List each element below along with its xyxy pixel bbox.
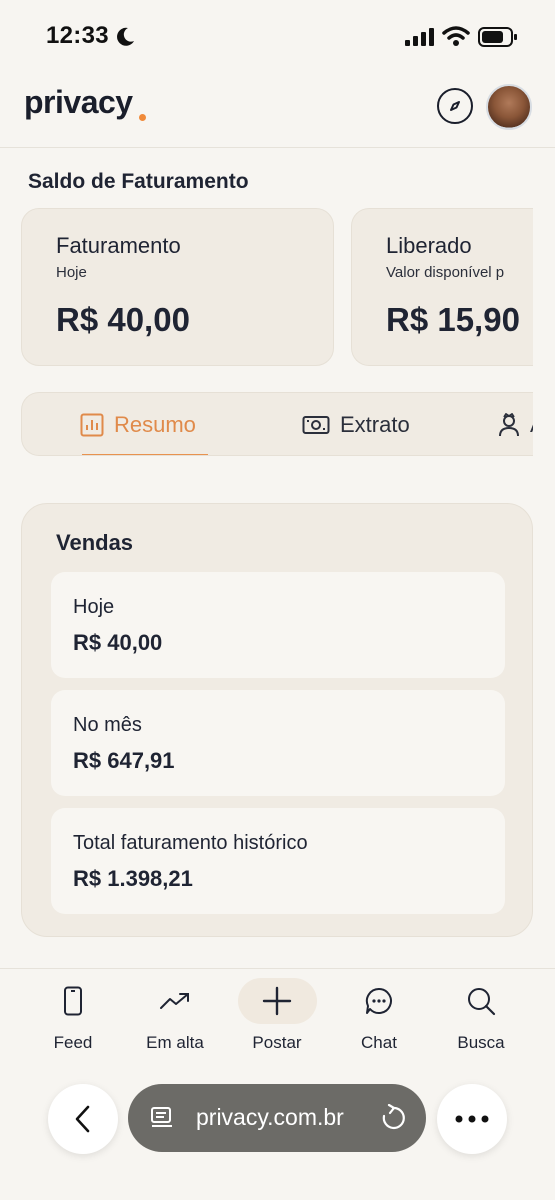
- card-sub: Hoje: [56, 264, 87, 281]
- card-label: Faturamento: [56, 233, 181, 258]
- tab-bar: Resumo Extrato A: [21, 392, 533, 456]
- tab-resumo[interactable]: Resumo: [80, 393, 196, 455]
- sales-item-historico: Total faturamento histórico R$ 1.398,21: [51, 808, 505, 914]
- money-icon: [302, 416, 330, 434]
- sales-value: R$ 647,91: [73, 748, 175, 773]
- sales-label: Hoje: [73, 596, 115, 618]
- person-icon: [499, 413, 519, 437]
- reader-icon: [151, 1107, 172, 1127]
- moon-icon: [117, 27, 134, 46]
- nav-label: Busca: [457, 1033, 505, 1052]
- tab-label: Extrato: [340, 412, 410, 437]
- sales-item-mes: No mês R$ 647,91: [51, 690, 505, 796]
- sales-item-hoje: Hoje R$ 40,00: [51, 572, 505, 678]
- nav-chat[interactable]: Chat: [334, 981, 424, 1053]
- nav-label: Chat: [361, 1033, 397, 1052]
- sales-value: R$ 40,00: [73, 630, 163, 655]
- nav-feed[interactable]: Feed: [28, 981, 118, 1053]
- browser-bar: privacy.com.br: [0, 1070, 555, 1200]
- nav-postar[interactable]: Postar: [232, 981, 322, 1053]
- url-bar[interactable]: privacy.com.br: [128, 1084, 426, 1152]
- section-title: Saldo de Faturamento: [28, 170, 249, 193]
- nav-label: Feed: [53, 1033, 93, 1052]
- back-button[interactable]: [48, 1084, 118, 1154]
- logo[interactable]: privacy: [24, 84, 133, 121]
- sales-panel: Vendas Hoje R$ 40,00 No mês R$ 647,91 To…: [21, 503, 533, 937]
- tab-extrato[interactable]: Extrato: [302, 393, 410, 455]
- chat-icon: [365, 987, 392, 1014]
- avatar[interactable]: [486, 84, 532, 130]
- trending-icon: [160, 993, 189, 1009]
- plus-icon: [262, 986, 292, 1016]
- signal-icon: [405, 28, 434, 46]
- status-time: 12:33: [46, 22, 109, 49]
- tab-label: Resumo: [114, 412, 196, 437]
- battery-icon: [478, 27, 517, 47]
- compass-icon[interactable]: [437, 88, 473, 124]
- sales-label: Total faturamento histórico: [73, 832, 308, 854]
- url-text: privacy.com.br: [196, 1104, 344, 1130]
- nav-busca[interactable]: Busca: [436, 981, 526, 1053]
- sales-value: R$ 1.398,21: [73, 866, 193, 891]
- tab-label: A: [530, 412, 533, 438]
- more-button[interactable]: [437, 1084, 507, 1154]
- logo-dot: [139, 114, 146, 121]
- card-value: R$ 15,90: [386, 301, 520, 338]
- chart-icon: [80, 413, 104, 437]
- balance-card-liberado[interactable]: Liberado Valor disponível p R$ 15,90: [351, 208, 533, 366]
- chevron-left-icon: [75, 1105, 90, 1133]
- reload-icon[interactable]: [380, 1104, 406, 1132]
- phone-icon: [64, 986, 82, 1016]
- card-label: Liberado: [386, 233, 472, 258]
- app-header: privacy: [0, 70, 555, 148]
- active-tab-indicator: [82, 454, 208, 455]
- more-icon: [455, 1115, 489, 1123]
- sales-label: No mês: [73, 714, 142, 736]
- wifi-icon: [442, 26, 470, 46]
- nav-label: Em alta: [146, 1033, 204, 1052]
- bottom-nav: Feed Em alta Postar Chat Busca: [0, 968, 555, 1068]
- status-bar: 12:33: [0, 0, 555, 70]
- nav-label: Postar: [252, 1033, 302, 1052]
- search-icon: [468, 988, 496, 1016]
- tab-third[interactable]: A: [498, 393, 533, 455]
- card-sub: Valor disponível p: [386, 264, 505, 281]
- nav-em-alta[interactable]: Em alta: [130, 981, 220, 1053]
- sales-title: Vendas: [56, 530, 134, 555]
- card-value: R$ 40,00: [56, 301, 190, 338]
- balance-card-faturamento[interactable]: Faturamento Hoje R$ 40,00: [21, 208, 334, 366]
